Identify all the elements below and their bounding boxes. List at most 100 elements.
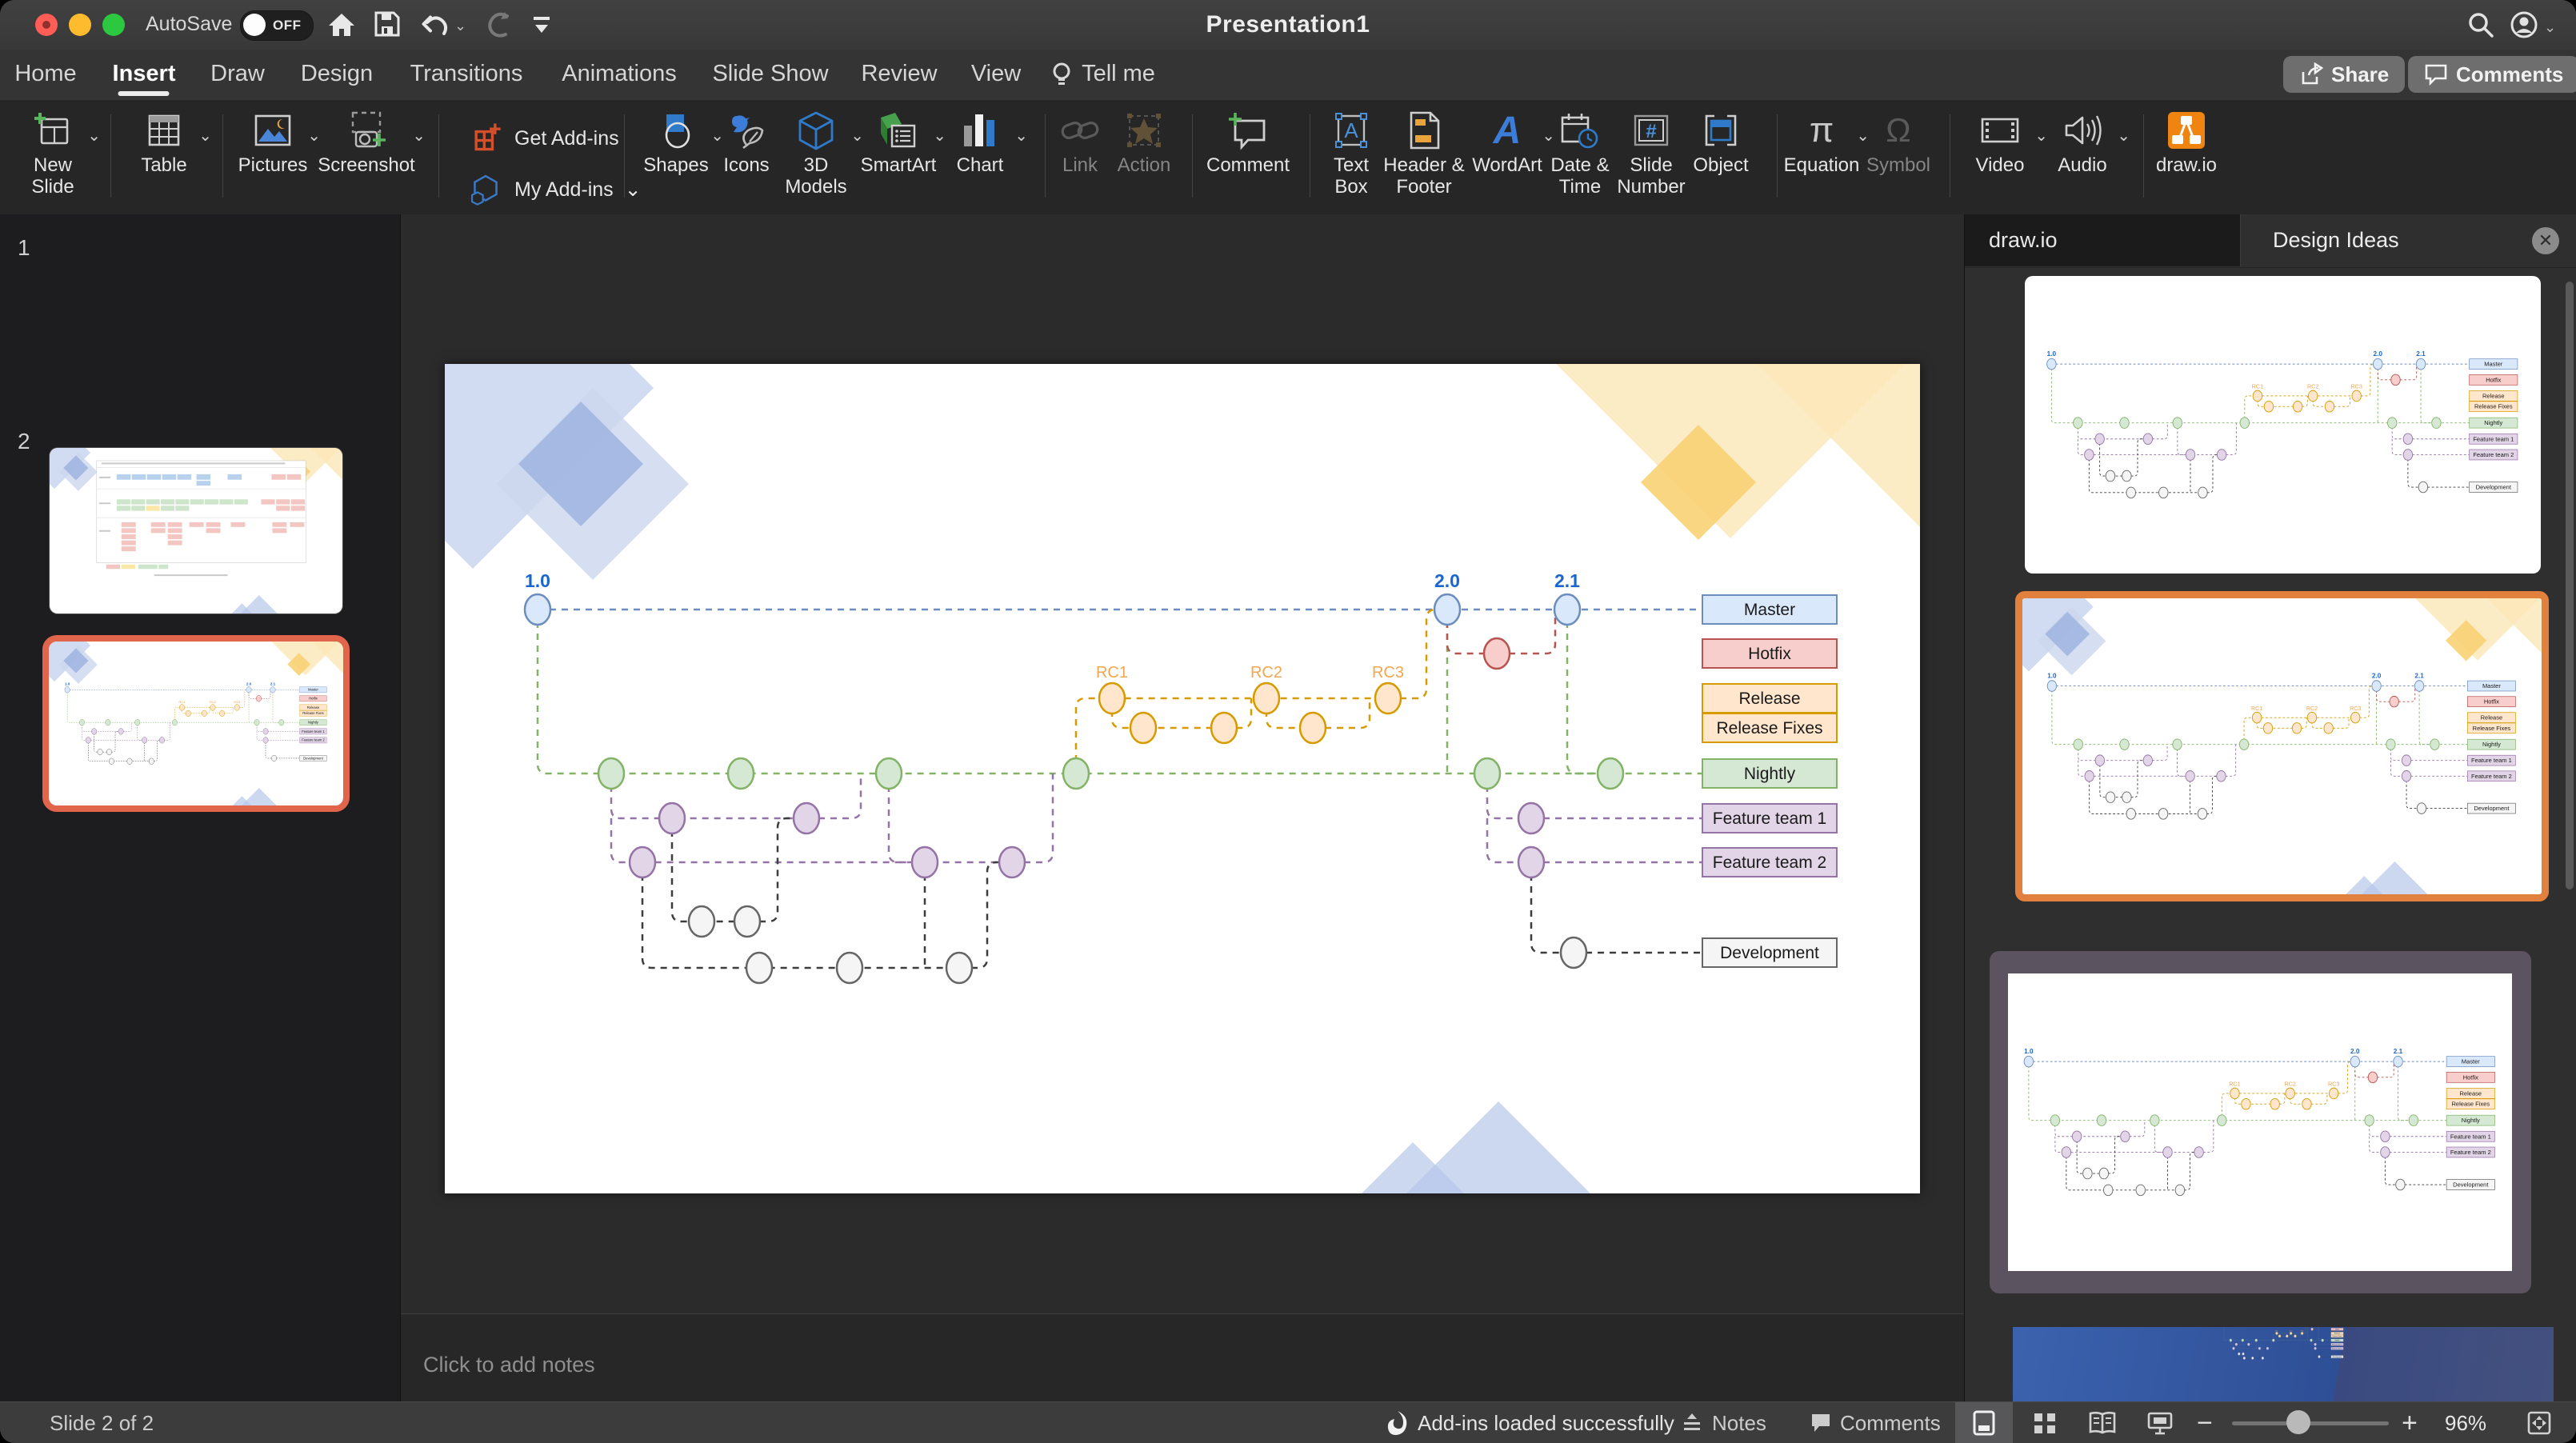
ribbon-separator: [438, 114, 439, 198]
ribbon-button-new-slide[interactable]: ⌄ New Slide: [8, 108, 101, 207]
ribbon-separator: [110, 114, 111, 198]
link-icon: [1059, 110, 1101, 151]
icons-icon: [726, 110, 767, 151]
ribbon-button-label: SmartArt: [860, 154, 937, 176]
ribbon-button-drawio[interactable]: draw.io: [2142, 108, 2231, 207]
tab-drawio-pane[interactable]: draw.io: [1965, 214, 2241, 266]
slide-sorter-view-button[interactable]: [2016, 1402, 2074, 1443]
tab-design-ideas[interactable]: Design Ideas: [2273, 214, 2399, 266]
zoom-slider-track[interactable]: [2232, 1421, 2389, 1425]
ribbon-button-get-add-ins[interactable]: Get Add-ins: [468, 118, 619, 159]
notes-placeholder: Click to add notes: [423, 1353, 595, 1377]
chevron-down-icon[interactable]: ⌄: [625, 178, 642, 202]
ribbon-button-label: Audio: [2058, 154, 2107, 176]
zoom-out-button[interactable]: −: [2197, 1402, 2213, 1443]
date-time-icon: [1559, 110, 1601, 151]
ribbon-button-screenshot[interactable]: ⌄ Screenshot: [310, 108, 426, 207]
chart-icon: [959, 110, 1001, 151]
ribbon-button-object[interactable]: Object: [1676, 108, 1766, 207]
design-idea-1[interactable]: [2025, 276, 2541, 574]
task-pane-tabs: draw.io Design Ideas ✕: [1965, 214, 2576, 268]
account-chevron-icon[interactable]: ⌄: [2544, 19, 2556, 36]
tab-insert[interactable]: Insert: [113, 61, 176, 87]
drawio-icon: [2166, 110, 2207, 151]
ribbon-button-label: Screenshot: [318, 154, 415, 176]
svg-text:π: π: [1810, 110, 1834, 150]
design-idea-4[interactable]: [2013, 1327, 2554, 1401]
ribbon-button-audio[interactable]: ⌄ Audio: [2038, 108, 2130, 207]
tab-home[interactable]: Home: [14, 61, 76, 87]
comments-button[interactable]: Comments: [2408, 56, 2576, 93]
tab-transitions[interactable]: Transitions: [410, 61, 523, 87]
reading-view-button[interactable]: [2074, 1402, 2131, 1443]
screenshot-icon: [346, 110, 387, 151]
tab-review[interactable]: Review: [861, 61, 937, 87]
chevron-down-icon[interactable]: ⌄: [198, 126, 212, 147]
design-idea-3[interactable]: [1990, 951, 2531, 1293]
ribbon-button-label: 3D: [803, 154, 829, 176]
normal-view-button[interactable]: [1955, 1402, 2013, 1443]
shapes-icon: [655, 110, 697, 151]
search-icon[interactable]: [2466, 10, 2496, 40]
lightbulb-icon[interactable]: [1048, 60, 1075, 89]
slide-canvas[interactable]: [445, 364, 1920, 1193]
ribbon-button-label: Chart: [956, 154, 1004, 176]
design-idea-2-selected[interactable]: [2015, 591, 2549, 901]
tab-tell-me[interactable]: Tell me: [1082, 61, 1155, 87]
zoom-level[interactable]: 96%: [2445, 1402, 2486, 1443]
tab-design[interactable]: Design: [301, 61, 373, 87]
zoom-in-button[interactable]: +: [2402, 1402, 2418, 1443]
close-icon[interactable]: ✕: [2532, 227, 2559, 254]
account-icon[interactable]: [2509, 10, 2541, 42]
zoom-slider-knob[interactable]: [2286, 1410, 2310, 1434]
ribbon-button-label2: Footer: [1396, 176, 1452, 198]
audio-icon: [2062, 110, 2103, 151]
svg-text:A: A: [1344, 118, 1358, 142]
ribbon-button-video[interactable]: ⌄ Video: [1955, 108, 2048, 207]
chevron-down-icon[interactable]: ⌄: [412, 126, 426, 147]
diagram-decor-gitd: [49, 642, 343, 805]
svg-text:#: #: [1646, 121, 1656, 142]
notes-area[interactable]: Click to add notes: [401, 1314, 1964, 1401]
ribbon-button-table[interactable]: ⌄ Table: [119, 108, 212, 207]
tab-slide-show[interactable]: Slide Show: [712, 61, 828, 87]
ribbon-button-pictures[interactable]: ⌄ Pictures: [228, 108, 321, 207]
addin-status-icon: [1387, 1411, 1407, 1435]
slide-editor-area: Click to add notes: [401, 214, 1964, 1401]
notes-icon: [1684, 1413, 1700, 1430]
comment-icon: [1227, 110, 1269, 151]
ribbon-button-label: Pictures: [238, 154, 308, 176]
ribbon-separator: [222, 114, 223, 198]
notes-toggle[interactable]: Notes: [1680, 1402, 1766, 1443]
comment-icon: [2425, 64, 2447, 86]
ribbon-button-comment[interactable]: Comment: [1203, 108, 1293, 207]
ribbon-button-my-add-ins[interactable]: My Add-ins ⌄: [468, 169, 642, 210]
window-title: Presentation1: [1206, 11, 1370, 38]
video-icon: [1979, 110, 2021, 151]
ribbon-button-label2: Models: [785, 176, 847, 198]
ribbon-button-label: Comment: [1206, 154, 1290, 176]
slideshow-view-button[interactable]: [2131, 1402, 2189, 1443]
ribbon-button-smartart[interactable]: ⌄ SmartArt: [854, 108, 946, 207]
chevron-down-icon[interactable]: ⌄: [2117, 126, 2130, 147]
fit-slide-button[interactable]: [2510, 1402, 2568, 1443]
ribbon-button-symbol: Ω Symbol: [1854, 108, 1943, 207]
ribbon-button-header-footer[interactable]: Header & Footer: [1373, 108, 1475, 207]
ribbon-button-label: Header &: [1383, 154, 1465, 176]
comments-toggle[interactable]: Comments: [1810, 1402, 1941, 1443]
chevron-down-icon[interactable]: ⌄: [87, 126, 101, 147]
ribbon-button-label2: Slide: [31, 176, 74, 198]
panel-scrollbar[interactable]: [2566, 282, 2574, 889]
tab-animations[interactable]: Animations: [562, 61, 676, 87]
ribbon-button-3d-models[interactable]: ⌄ 3D Models: [771, 108, 864, 207]
ribbon-button-chart[interactable]: ⌄ Chart: [935, 108, 1028, 207]
ribbon: ⌄ New Slide ⌄ Table ⌄ Pictures ⌄ Screenshot ⌄ Shap…: [0, 100, 2576, 215]
slide-1-thumbnail[interactable]: [50, 448, 342, 614]
chevron-down-icon[interactable]: ⌄: [1014, 126, 1028, 147]
tab-draw[interactable]: Draw: [210, 61, 265, 87]
slide-2-thumbnail[interactable]: [42, 635, 350, 812]
slide-thumbnail-panel: 1 2: [0, 214, 401, 1401]
share-button[interactable]: Share: [2283, 56, 2406, 93]
tab-view[interactable]: View: [971, 61, 1021, 87]
slide-1-number: 1: [18, 235, 30, 260]
